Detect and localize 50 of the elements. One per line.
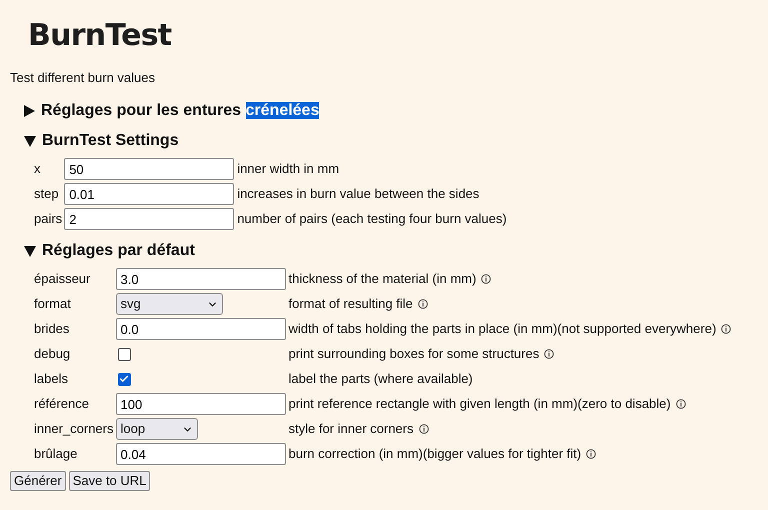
dropdown[interactable]: loop (116, 418, 198, 440)
info-icon (544, 349, 554, 360)
help-text: label the parts (where available) (288, 371, 473, 386)
form-button[interactable]: Save to URL (68, 471, 150, 491)
info-icon (676, 399, 686, 410)
field-label: step (34, 186, 59, 202)
field-label: brûlage (34, 446, 78, 462)
field-label: pairs (34, 211, 62, 226)
caret-down-icon (24, 136, 36, 146)
field-label: référence (34, 396, 89, 412)
help-text: width of tabs holding the parts in place (in mm)(not supported everywhere) (288, 321, 716, 336)
help-text: format of resulting file (288, 296, 413, 312)
help-text: inner width in mm (237, 161, 340, 176)
help-text: style for inner corners (288, 421, 414, 436)
text-field[interactable]: 2 (64, 208, 234, 230)
text-field[interactable]: 0.0 (116, 318, 286, 340)
info-icon (418, 299, 428, 310)
field-label: labels (34, 371, 68, 386)
subtitle: Test different burn values (10, 70, 156, 86)
checkbox[interactable] (118, 348, 130, 360)
text-field[interactable]: 100 (116, 393, 286, 415)
text-field[interactable]: 0.04 (116, 443, 286, 465)
text-field[interactable]: 50 (64, 158, 234, 180)
info-icon (721, 324, 732, 334)
section-header[interactable]: Réglages par défaut (24, 236, 768, 266)
info-icon (586, 449, 596, 460)
help-text: increases in burn value between the sides (237, 186, 480, 202)
info-icon (418, 424, 428, 434)
help-text: print reference rectangle with given length (in mm)(zero to disable) (288, 396, 671, 412)
help-text: thickness of the material (in mm) (288, 271, 476, 286)
dropdown[interactable]: svg (116, 293, 222, 315)
field-label: inner_corners (34, 421, 114, 436)
form-button[interactable]: Générer (10, 471, 66, 491)
caret-down-icon (24, 246, 36, 256)
text-field[interactable]: 0.01 (64, 183, 234, 205)
text-field[interactable]: 3.0 (116, 268, 286, 290)
help-text: print surrounding boxes for some structures (288, 346, 540, 362)
field-label: épaisseur (34, 271, 90, 286)
section-header[interactable]: Réglages pour les entures crénelées (24, 96, 768, 126)
field-label: x (34, 161, 40, 176)
section-header[interactable]: BurnTest Settings (24, 126, 768, 156)
caret-right-icon (24, 105, 35, 117)
logo-title: BurnTest (28, 17, 172, 55)
field-label: brides (34, 321, 70, 336)
help-text: number of pairs (each testing four burn values) (237, 211, 507, 226)
checkbox[interactable] (118, 372, 130, 386)
field-label: format (34, 296, 71, 312)
field-label: debug (34, 346, 70, 362)
help-text: burn correction (in mm)(bigger values for tighter fit) (288, 446, 582, 462)
info-icon (481, 274, 492, 284)
